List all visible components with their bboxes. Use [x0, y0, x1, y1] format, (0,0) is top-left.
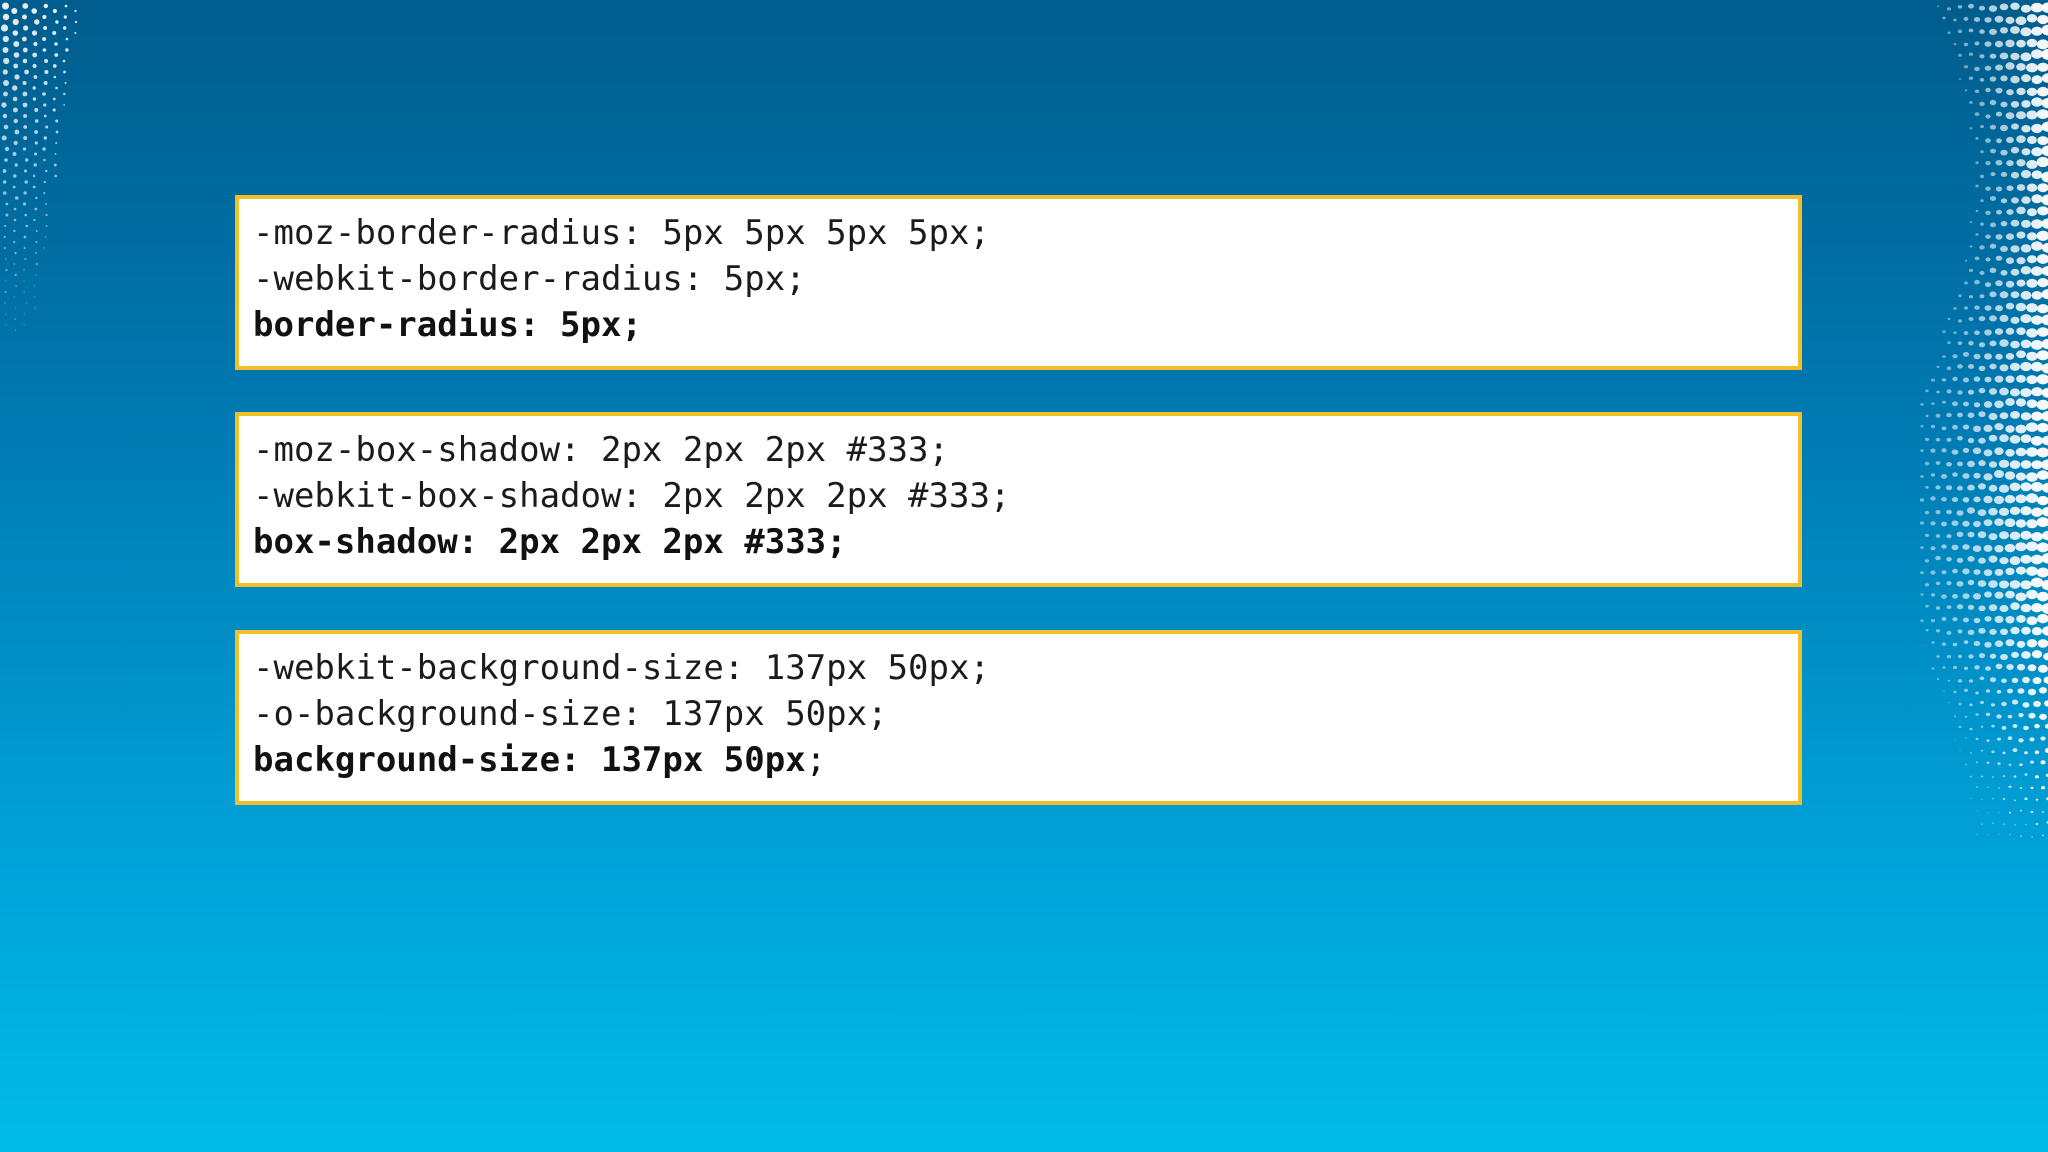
standard-property: background-size: 137px 50px [253, 740, 806, 780]
code-block-border-radius: -moz-border-radius: 5px 5px 5px 5px; -we… [235, 195, 1802, 370]
code-line: -webkit-box-shadow: 2px 2px 2px #333; [253, 476, 1011, 516]
standard-property: box-shadow: 2px 2px 2px #333; [253, 522, 847, 562]
standard-property: border-radius: 5px; [253, 305, 642, 345]
standard-suffix: ; [805, 740, 827, 780]
code-block-background-size: -webkit-background-size: 137px 50px; -o-… [235, 630, 1802, 805]
code-line: -o-background-size: 137px 50px; [253, 694, 888, 734]
code-line-standard: box-shadow: 2px 2px 2px #333; [253, 519, 1784, 565]
code-line-standard: background-size: 137px 50px; [253, 737, 1784, 783]
halftone-decoration-right [1919, 2, 2048, 838]
code-line: -moz-box-shadow: 2px 2px 2px #333; [253, 430, 949, 470]
code-block-box-shadow: -moz-box-shadow: 2px 2px 2px #333; -webk… [235, 412, 1802, 587]
slide: { "slide": { "background_colors": ["#005… [0, 0, 2048, 1152]
halftone-decoration-left [0, 2, 78, 331]
code-line: -webkit-background-size: 137px 50px; [253, 648, 990, 688]
code-line: -moz-border-radius: 5px 5px 5px 5px; [253, 213, 990, 253]
code-line: -webkit-border-radius: 5px; [253, 259, 806, 299]
code-line-standard: border-radius: 5px; [253, 302, 1784, 348]
